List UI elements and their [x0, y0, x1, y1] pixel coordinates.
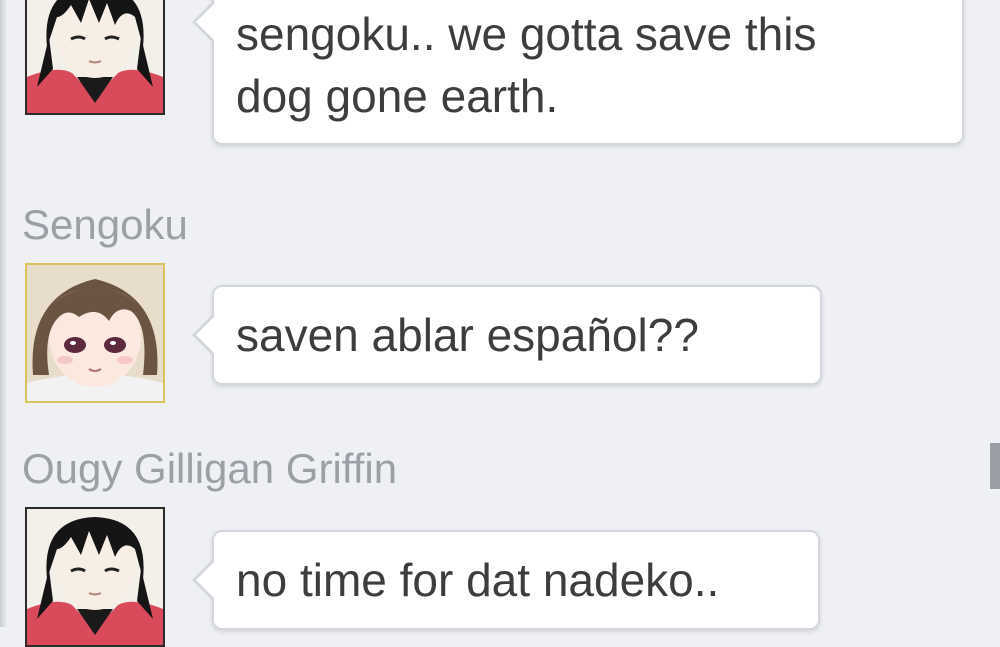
avatar[interactable] [25, 263, 165, 403]
bubble-tail [196, 315, 216, 355]
sender-name: Sengoku [22, 201, 188, 248]
message-bubble[interactable]: saven ablar español?? [192, 285, 822, 385]
sender-name: Ougy Gilligan Griffin [22, 445, 398, 492]
message-text: sengoku.. we gotta save this [236, 8, 817, 60]
message-text: saven ablar español?? [236, 309, 699, 361]
message-bubble[interactable]: sengoku.. we gotta save this dog gone ea… [192, 0, 964, 145]
message-bubble[interactable]: no time for dat nadeko.. [192, 530, 820, 630]
bubble-tail [196, 2, 216, 42]
dark-haired-character-avatar-icon [27, 0, 163, 113]
chat-log[interactable]: sengoku.. we gotta save this dog gone ea… [0, 0, 1000, 647]
avatar[interactable] [25, 507, 165, 647]
message-text: no time for dat nadeko.. [236, 554, 720, 606]
message-text: dog gone earth. [236, 70, 559, 122]
avatar[interactable] [25, 0, 165, 115]
window-edge [0, 0, 6, 627]
dark-haired-character-avatar-icon [27, 509, 163, 645]
scrollbar-thumb[interactable] [990, 443, 1000, 489]
brown-haired-girl-avatar-icon [27, 265, 163, 401]
bubble-tail [196, 560, 216, 600]
